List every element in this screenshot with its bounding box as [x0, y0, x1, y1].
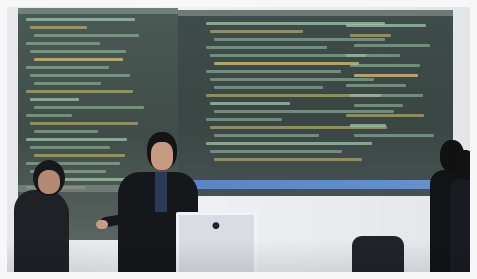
code-line [26, 42, 100, 45]
person-far-right-head [455, 150, 475, 180]
code-line [26, 114, 72, 117]
code-line [354, 134, 434, 137]
code-line [26, 90, 133, 93]
code-line [26, 18, 135, 21]
code-line [214, 86, 323, 89]
presenter-hand [96, 220, 108, 229]
code-line [210, 30, 303, 33]
code-line [214, 110, 394, 113]
code-line [30, 146, 110, 149]
code-line [206, 118, 282, 121]
code-line [210, 102, 290, 105]
code-line [214, 62, 359, 65]
code-line [30, 50, 126, 53]
presenter-face [151, 142, 173, 170]
code-line [30, 26, 87, 29]
code-line [30, 122, 138, 125]
code-line [34, 130, 98, 133]
presentation-photo: ● [0, 0, 477, 279]
code-line [350, 34, 391, 37]
code-line [34, 34, 139, 37]
code-line [346, 24, 426, 27]
code-line [354, 44, 430, 47]
code-line [210, 150, 342, 153]
floor-shadow [0, 240, 477, 279]
code-line [26, 138, 127, 141]
code-line [214, 158, 362, 161]
code-line [34, 58, 123, 61]
code-line [34, 154, 125, 157]
code-line [30, 74, 130, 77]
code-line [210, 78, 374, 81]
left-projection-titlebar [18, 8, 178, 14]
code-line [354, 104, 403, 107]
code-line [206, 70, 341, 73]
code-line [214, 134, 319, 137]
right-projection-titlebar [178, 10, 453, 16]
person-left-face [38, 170, 60, 194]
code-line [26, 66, 109, 69]
code-line [350, 94, 423, 97]
code-line [30, 98, 79, 101]
code-line [346, 54, 400, 57]
code-line [346, 114, 424, 117]
apple-logo-icon: ● [212, 221, 220, 231]
code-line [34, 106, 144, 109]
code-line [34, 82, 101, 85]
right-status-bar [178, 180, 453, 189]
code-line [210, 54, 366, 57]
code-line [354, 74, 418, 77]
code-line [350, 124, 386, 127]
code-line [206, 46, 327, 49]
right-projection [178, 10, 453, 196]
code-line [350, 64, 420, 67]
presenter-shirt [155, 172, 167, 212]
code-line [206, 142, 372, 145]
code-line [346, 84, 406, 87]
code-line [214, 38, 385, 41]
